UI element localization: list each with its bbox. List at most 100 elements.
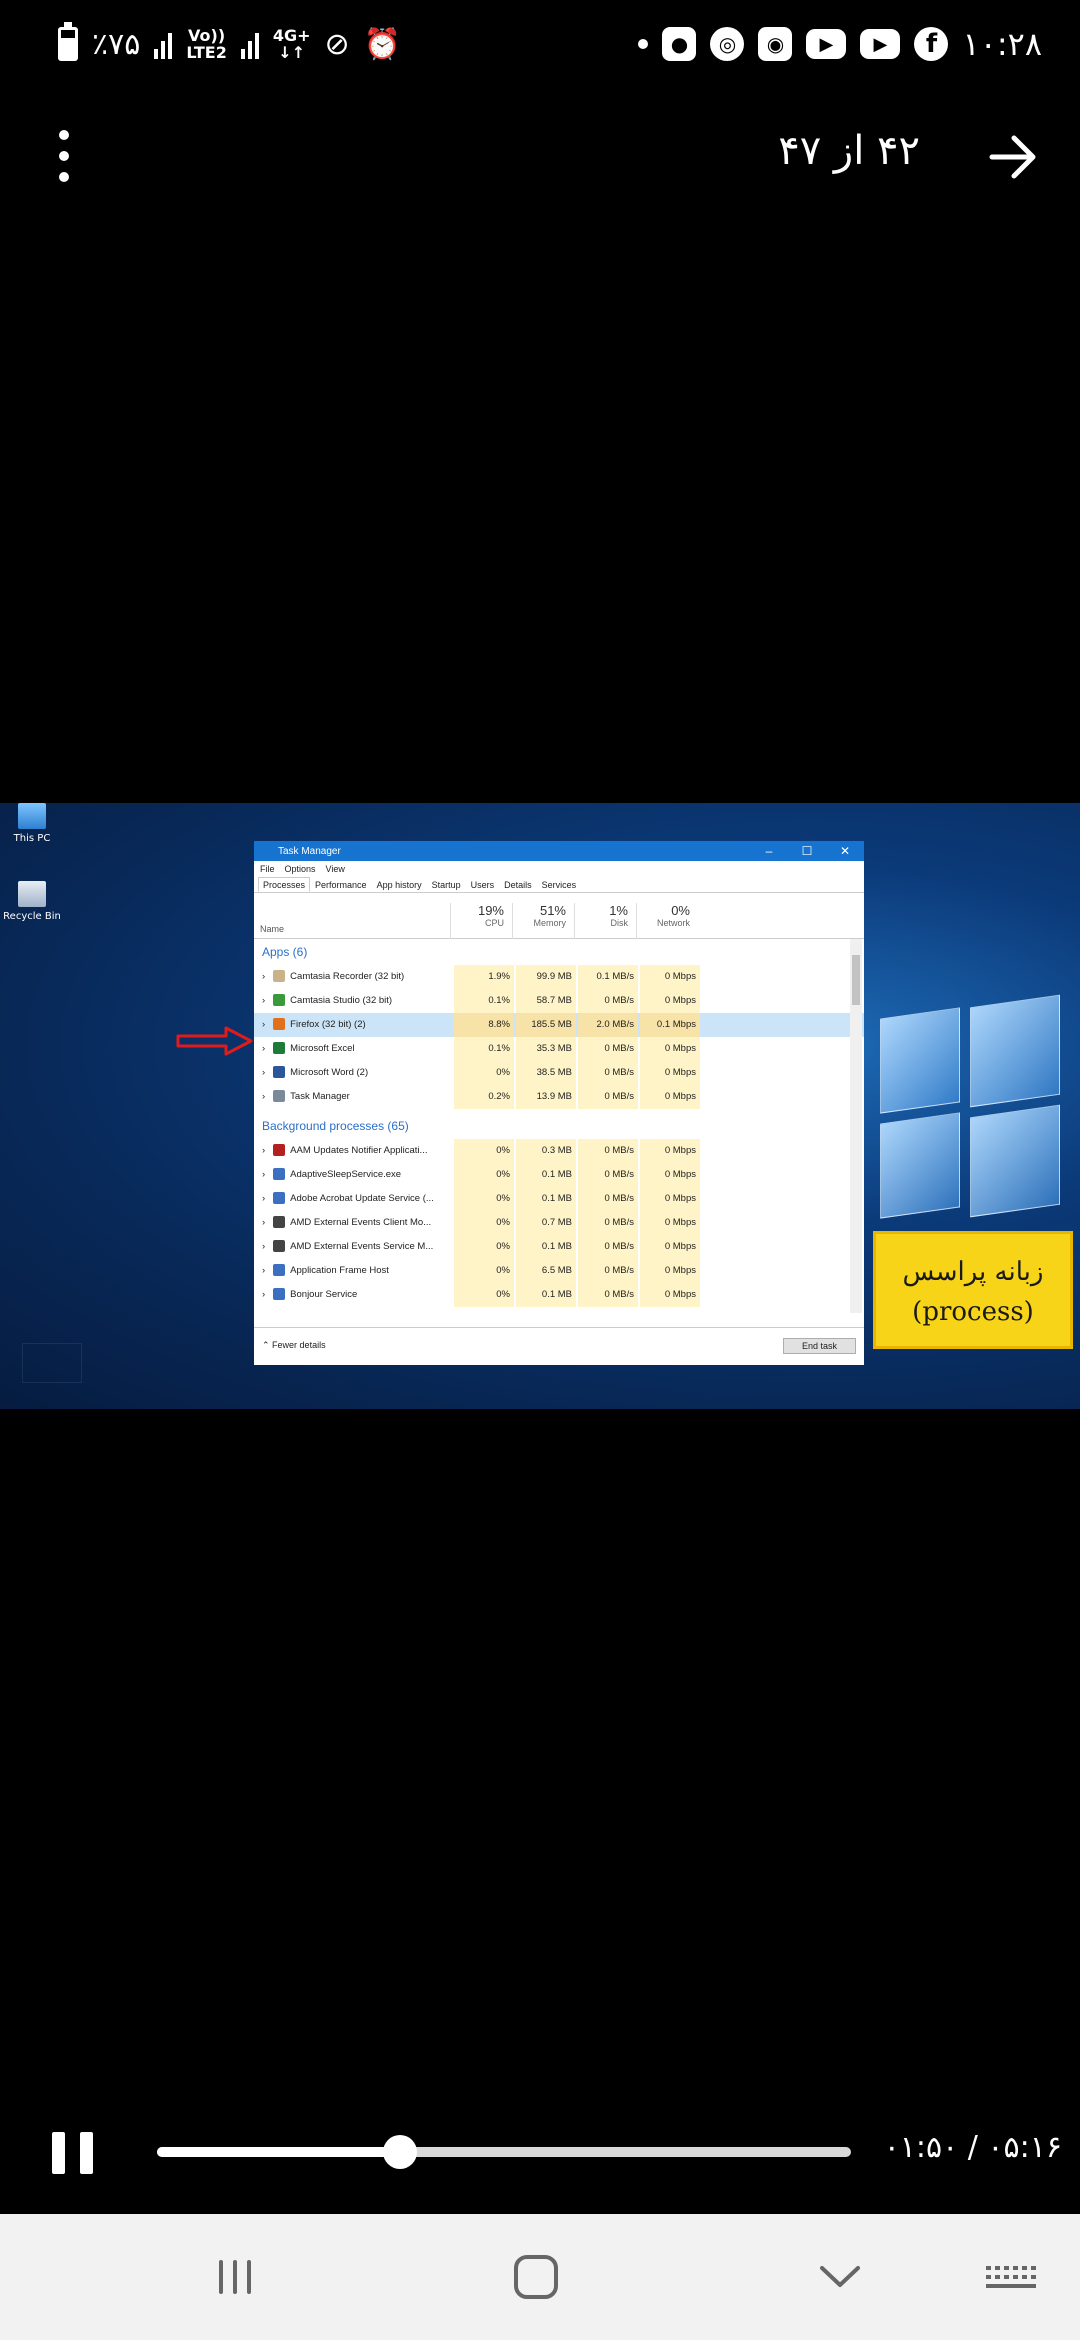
table-row[interactable]: › Camtasia Studio (32 bit) 0.1% 58.7 MB 0 MB… — [254, 989, 864, 1013]
expand-chevron-icon[interactable]: › — [262, 1091, 265, 1102]
cell-memory: 6.5 MB — [516, 1259, 576, 1283]
col-memory[interactable]: 51% Memory — [512, 903, 572, 939]
cell-network: 0 Mbps — [640, 989, 700, 1013]
process-name: › Firefox (32 bit) (2) — [262, 1018, 366, 1031]
expand-chevron-icon[interactable]: › — [262, 1241, 265, 1252]
video-frame[interactable]: This PC Recycle Bin Task Manager – ☐ ✕ F… — [0, 803, 1080, 1409]
expand-chevron-icon[interactable]: › — [262, 1289, 265, 1300]
cell-disk: 0 MB/s — [578, 1235, 638, 1259]
cell-memory: 185.5 MB — [516, 1013, 576, 1037]
cell-network: 0 Mbps — [640, 1211, 700, 1235]
maximize-icon[interactable]: ☐ — [788, 841, 826, 861]
table-row[interactable]: › AMD External Events Service M... 0% 0.1 M… — [254, 1235, 864, 1259]
scrollbar[interactable] — [850, 939, 862, 1313]
cell-cpu: 0.1% — [454, 1037, 514, 1061]
tab-services[interactable]: Services — [537, 877, 582, 892]
tab-details[interactable]: Details — [499, 877, 537, 892]
keyboard-icon[interactable] — [980, 2252, 1040, 2302]
cell-disk: 0 MB/s — [578, 1259, 638, 1283]
expand-chevron-icon[interactable]: › — [262, 1169, 265, 1180]
cell-cpu: 1.9% — [454, 965, 514, 989]
col-disk[interactable]: 1% Disk — [574, 903, 634, 939]
end-task-button[interactable]: End task — [782, 1338, 856, 1354]
task-manager-titlebar: Task Manager – ☐ ✕ — [254, 841, 864, 861]
home-icon[interactable] — [506, 2252, 566, 2302]
seek-bar[interactable] — [157, 2147, 851, 2157]
cell-disk: 0 MB/s — [578, 1085, 638, 1109]
fewer-details-button[interactable]: ⌃ Fewer details — [262, 1340, 326, 1351]
table-row[interactable]: › AAM Updates Notifier Applicati... 0% 0.3 … — [254, 1139, 864, 1163]
tab-startup[interactable]: Startup — [427, 877, 466, 892]
table-row[interactable]: › Bonjour Service 0% 0.1 MB 0 MB/s 0 Mbps — [254, 1283, 864, 1307]
col-network[interactable]: 0% Network — [636, 903, 696, 939]
more-options-button[interactable] — [44, 130, 84, 182]
cell-disk: 0 MB/s — [578, 1211, 638, 1235]
player-controls: ۰۱:۵۰ / ۰۵:۱۶ — [0, 2110, 1080, 2190]
table-row[interactable]: › Application Frame Host 0% 6.5 MB 0 MB/s 0 M… — [254, 1259, 864, 1283]
process-name: › Camtasia Studio (32 bit) — [262, 994, 393, 1007]
minimize-icon[interactable]: – — [750, 841, 788, 861]
desktop-icon-this-pc[interactable]: This PC — [2, 803, 62, 844]
cell-disk: 2.0 MB/s — [578, 1013, 638, 1037]
table-row[interactable]: › Firefox (32 bit) (2) 8.8% 185.5 MB 2.0 MB/… — [254, 1013, 864, 1037]
hide-keyboard-chevron-icon[interactable] — [810, 2252, 870, 2302]
status-clock: ۱۰:۲۸ — [962, 25, 1042, 63]
cell-cpu: 0% — [454, 1283, 514, 1307]
cell-disk: 0 MB/s — [578, 989, 638, 1013]
cell-network: 0 Mbps — [640, 1259, 700, 1283]
tab-app-history[interactable]: App history — [372, 877, 427, 892]
cell-memory: 0.3 MB — [516, 1139, 576, 1163]
cell-disk: 0 MB/s — [578, 1139, 638, 1163]
cell-memory: 13.9 MB — [516, 1085, 576, 1109]
table-row[interactable]: › Microsoft Excel 0.1% 35.3 MB 0 MB/s 0 Mbps — [254, 1037, 864, 1061]
table-row[interactable]: › Adobe Acrobat Update Service (... 0% 0.1 … — [254, 1187, 864, 1211]
expand-chevron-icon[interactable]: › — [262, 971, 265, 982]
process-icon — [273, 1168, 286, 1181]
menu-file[interactable]: File — [260, 864, 275, 874]
col-cpu[interactable]: 19% CPU — [450, 903, 510, 939]
back-arrow-icon[interactable] — [984, 128, 1042, 186]
table-row[interactable]: › Camtasia Recorder (32 bit) 1.9% 99.9 MB 0.… — [254, 965, 864, 989]
expand-chevron-icon[interactable]: › — [262, 1193, 265, 1204]
cell-memory: 0.7 MB — [516, 1211, 576, 1235]
menu-view[interactable]: View — [326, 864, 345, 874]
instagram-icon: ◉ — [758, 27, 793, 61]
menu-options[interactable]: Options — [285, 864, 316, 874]
cell-cpu: 0% — [454, 1235, 514, 1259]
process-icon — [273, 994, 286, 1007]
table-row[interactable]: › Microsoft Word (2) 0% 38.5 MB 0 MB/s 0 Mbps — [254, 1061, 864, 1085]
col-name[interactable]: Name — [260, 924, 284, 934]
expand-chevron-icon[interactable]: › — [262, 1217, 265, 1228]
expand-chevron-icon[interactable]: › — [262, 1019, 265, 1030]
tab-processes[interactable]: Processes — [258, 877, 311, 892]
close-icon[interactable]: ✕ — [826, 841, 864, 861]
desktop-icon-recycle-bin[interactable]: Recycle Bin — [2, 881, 62, 922]
cell-cpu: 8.8% — [454, 1013, 514, 1037]
table-row[interactable]: › AMD External Events Client Mo... 0% 0.7 M… — [254, 1211, 864, 1235]
seek-thumb[interactable] — [382, 2135, 417, 2169]
pause-button[interactable] — [52, 2132, 94, 2174]
expand-chevron-icon[interactable]: › — [262, 995, 265, 1006]
status-bar-right: ● ◎ ◉ ▶ ▶ f ۱۰:۲۸ — [638, 22, 1042, 66]
recent-apps-icon[interactable] — [205, 2252, 265, 2302]
cell-cpu: 0% — [454, 1211, 514, 1235]
cell-disk: 0 MB/s — [578, 1187, 638, 1211]
expand-chevron-icon[interactable]: › — [262, 1067, 265, 1078]
process-icon — [273, 1264, 286, 1277]
vibrate-icon: ⊘ — [324, 26, 350, 62]
cell-cpu: 0.1% — [454, 989, 514, 1013]
group-background: Background processes (65) — [262, 1119, 409, 1133]
tab-users[interactable]: Users — [466, 877, 500, 892]
status-bar: ٪۷۵ Vo)) LTE2 4G+ ↓↑ ⊘ ⏰ ● ◎ ◉ ▶ ▶ f ۱۰:… — [0, 0, 1080, 86]
cell-network: 0.1 Mbps — [640, 1013, 700, 1037]
dot-icon — [59, 172, 69, 182]
youtube-icon: ▶ — [806, 29, 847, 59]
table-row[interactable]: › Task Manager 0.2% 13.9 MB 0 MB/s 0 Mbps — [254, 1085, 864, 1109]
tab-performance[interactable]: Performance — [310, 877, 372, 892]
expand-chevron-icon[interactable]: › — [262, 1043, 265, 1054]
top-bar: ۴۲ از ۴۷ — [0, 110, 1080, 200]
expand-chevron-icon[interactable]: › — [262, 1145, 265, 1156]
expand-chevron-icon[interactable]: › — [262, 1265, 265, 1276]
process-name: › Bonjour Service — [262, 1288, 358, 1301]
table-row[interactable]: › AdaptiveSleepService.exe 0% 0.1 MB 0 MB/s 0… — [254, 1163, 864, 1187]
